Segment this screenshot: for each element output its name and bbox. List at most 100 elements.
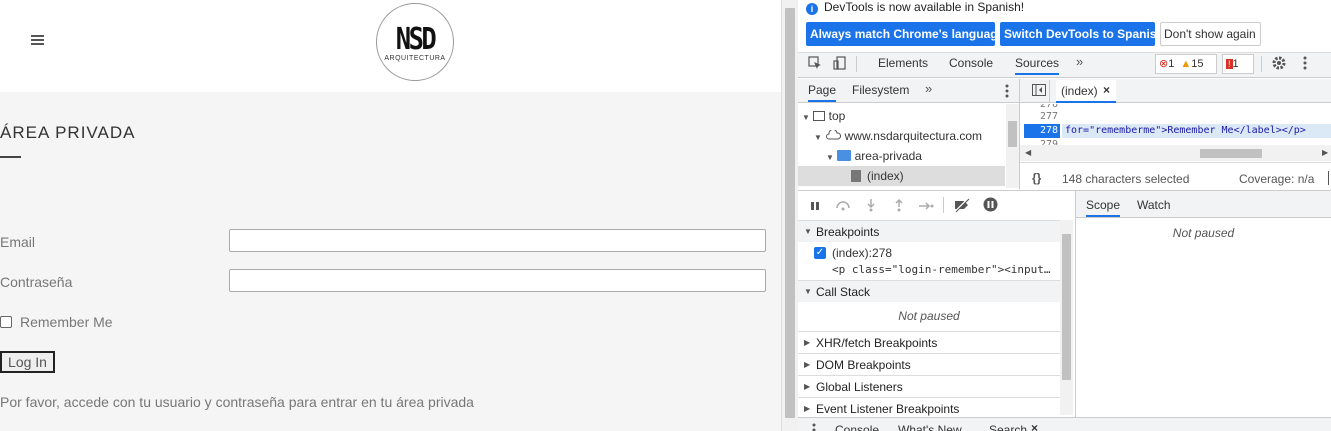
close-tab-icon[interactable]: × [1103, 83, 1110, 97]
sidebar-scrollbar-thumb[interactable] [1062, 234, 1071, 380]
page-title: ÁREA PRIVADA [0, 123, 136, 142]
event-listener-breakpoints-header[interactable]: ▶ Event Listener Breakpoints [798, 397, 1060, 419]
tab-sources[interactable]: Sources [1015, 56, 1060, 75]
scrollbar-thumb[interactable] [785, 8, 795, 418]
pause-on-exceptions-icon[interactable] [983, 197, 998, 215]
warning-count: 15 [1191, 58, 1204, 70]
dont-show-again-button[interactable]: Don't show again [1160, 22, 1261, 46]
website-viewport: NSD ARQUITECTURA ÁREA PRIVADA Email Cont… [0, 0, 781, 431]
step-into-icon[interactable] [866, 198, 876, 215]
frame-icon [813, 111, 826, 121]
sidebar-scrollbar[interactable] [1060, 220, 1073, 415]
xhr-title: XHR/fetch Breakpoints [816, 336, 938, 350]
hscroll-thumb[interactable] [1200, 149, 1262, 158]
step-over-icon[interactable] [835, 199, 851, 214]
tree-item-index[interactable]: (index) [851, 169, 904, 183]
infobar-message: DevTools is now available in Spanish! [824, 0, 1025, 14]
global-listeners-header[interactable]: ▶ Global Listeners [798, 375, 1060, 397]
tree-item-top[interactable]: ▼ top [802, 109, 845, 123]
breakpoint-code: <p class="login-remember"><input… [832, 263, 1051, 276]
login-instructions: Por favor, accede con tu usuario y contr… [0, 394, 474, 410]
step-icon[interactable] [918, 200, 934, 214]
tree-item-domain[interactable]: ▼ www.nsdarquitectura.com [814, 129, 982, 143]
more-nav-tabs-icon[interactable]: » [925, 81, 932, 96]
folder-icon [837, 150, 852, 161]
site-logo[interactable]: NSD ARQUITECTURA [376, 3, 454, 81]
tab-watch[interactable]: Watch [1137, 198, 1171, 212]
tree-scrollbar-thumb[interactable] [1008, 121, 1017, 147]
selection-status: 148 characters selected [1062, 172, 1190, 186]
xhr-breakpoints-header[interactable]: ▶ XHR/fetch Breakpoints [798, 331, 1060, 353]
line-number-partial: 276 [1024, 104, 1058, 107]
global-title: Global Listeners [816, 380, 903, 394]
errors-warnings-badge[interactable]: ⊗1 ▲15 [1155, 54, 1217, 74]
breakpoints-header[interactable]: ▼ Breakpoints [798, 220, 1060, 242]
tree-label-index: (index) [867, 169, 904, 183]
tab-console[interactable]: Console [949, 56, 993, 70]
breakpoint-checkbox[interactable]: ✓ [814, 247, 826, 259]
close-drawer-tab-icon[interactable]: × [1031, 421, 1038, 431]
language-infobar: i DevTools is now available in Spanish! [806, 0, 1024, 16]
inspect-element-icon[interactable] [808, 56, 822, 73]
kebab-menu-icon[interactable] [1303, 56, 1307, 70]
warning-icon: ▲ [1180, 58, 1192, 70]
toggle-navigator-icon[interactable] [1032, 84, 1046, 99]
switch-to-spanish-button[interactable]: Switch DevTools to Spanish [1000, 22, 1164, 46]
navigator-menu-icon[interactable] [1005, 84, 1009, 101]
drawer-tab-whats-new[interactable]: What's New [898, 423, 962, 431]
scope-divider[interactable] [1075, 191, 1076, 417]
tab-page[interactable]: Page [808, 83, 837, 102]
email-field[interactable] [229, 229, 766, 252]
error-count: 1 [1168, 58, 1175, 70]
selected-code[interactable]: for="rememberme">Remember Me</label></p> [1065, 125, 1306, 136]
status-divider [1328, 171, 1329, 185]
tree-label-domain: www.nsdarquitectura.com [844, 129, 982, 143]
drawer-tab-bar: Console What's New Search × [798, 417, 1331, 431]
call-stack-status: Not paused [898, 309, 960, 323]
hamburger-menu-icon[interactable] [31, 35, 44, 46]
remember-me-checkbox[interactable] [0, 316, 12, 328]
settings-gear-icon[interactable] [1271, 55, 1287, 74]
tab-elements[interactable]: Elements [878, 56, 928, 70]
file-icon [851, 170, 861, 182]
tree-item-folder[interactable]: ▼ area-privada [826, 149, 922, 163]
page-scrollbar[interactable] [781, 0, 798, 431]
step-out-icon[interactable] [894, 198, 904, 215]
scope-status: Not paused [1172, 226, 1235, 240]
logo-subtext: ARQUITECTURA [384, 55, 446, 62]
error-icon: ⊗ [1159, 58, 1169, 70]
deactivate-breakpoints-icon[interactable] [953, 197, 971, 216]
call-stack-title: Call Stack [816, 285, 871, 299]
tree-label-top: top [828, 109, 846, 123]
pause-icon[interactable] [810, 200, 820, 214]
tree-scrollbar[interactable] [1006, 104, 1019, 188]
tab-filesystem[interactable]: Filesystem [852, 83, 909, 97]
always-match-language-button[interactable]: Always match Chrome's language [806, 22, 1004, 46]
breakpoint-location[interactable]: (index):278 [832, 246, 892, 260]
drawer-tab-search[interactable]: Search [989, 423, 1027, 431]
title-underline [0, 156, 21, 158]
dom-breakpoints-header[interactable]: ▶ DOM Breakpoints [798, 353, 1060, 375]
tab-scope[interactable]: Scope [1086, 198, 1121, 217]
remember-me-label[interactable]: Remember Me [20, 314, 113, 330]
password-field[interactable] [229, 269, 766, 292]
drawer-menu-icon[interactable] [812, 423, 816, 431]
login-button[interactable]: Log In [0, 351, 55, 373]
call-stack-header[interactable]: ▼ Call Stack [798, 280, 1060, 302]
drawer-tab-console[interactable]: Console [835, 423, 879, 431]
editor-hscrollbar[interactable]: ◀ ▶ [1020, 145, 1331, 161]
toolbar-divider [856, 56, 857, 72]
info-icon: i [806, 3, 818, 15]
breakpoints-title: Breakpoints [816, 225, 880, 239]
line-number: 277 [1039, 111, 1058, 122]
issue-count: 1 [1232, 58, 1239, 70]
editor-tab-divider [1049, 80, 1050, 102]
devtools-panel: i DevTools is now available in Spanish! A… [798, 0, 1331, 431]
email-label: Email [0, 234, 36, 250]
code-editor[interactable]: 276 277 278 for="rememberme">Remember Me… [1020, 104, 1331, 145]
issues-badge[interactable]: ! 1 [1222, 54, 1254, 74]
coverage-status: Coverage: n/a [1239, 172, 1315, 186]
pretty-print-icon[interactable]: {} [1032, 171, 1041, 185]
device-toolbar-icon[interactable] [833, 56, 847, 73]
more-tabs-icon[interactable]: » [1076, 54, 1083, 69]
